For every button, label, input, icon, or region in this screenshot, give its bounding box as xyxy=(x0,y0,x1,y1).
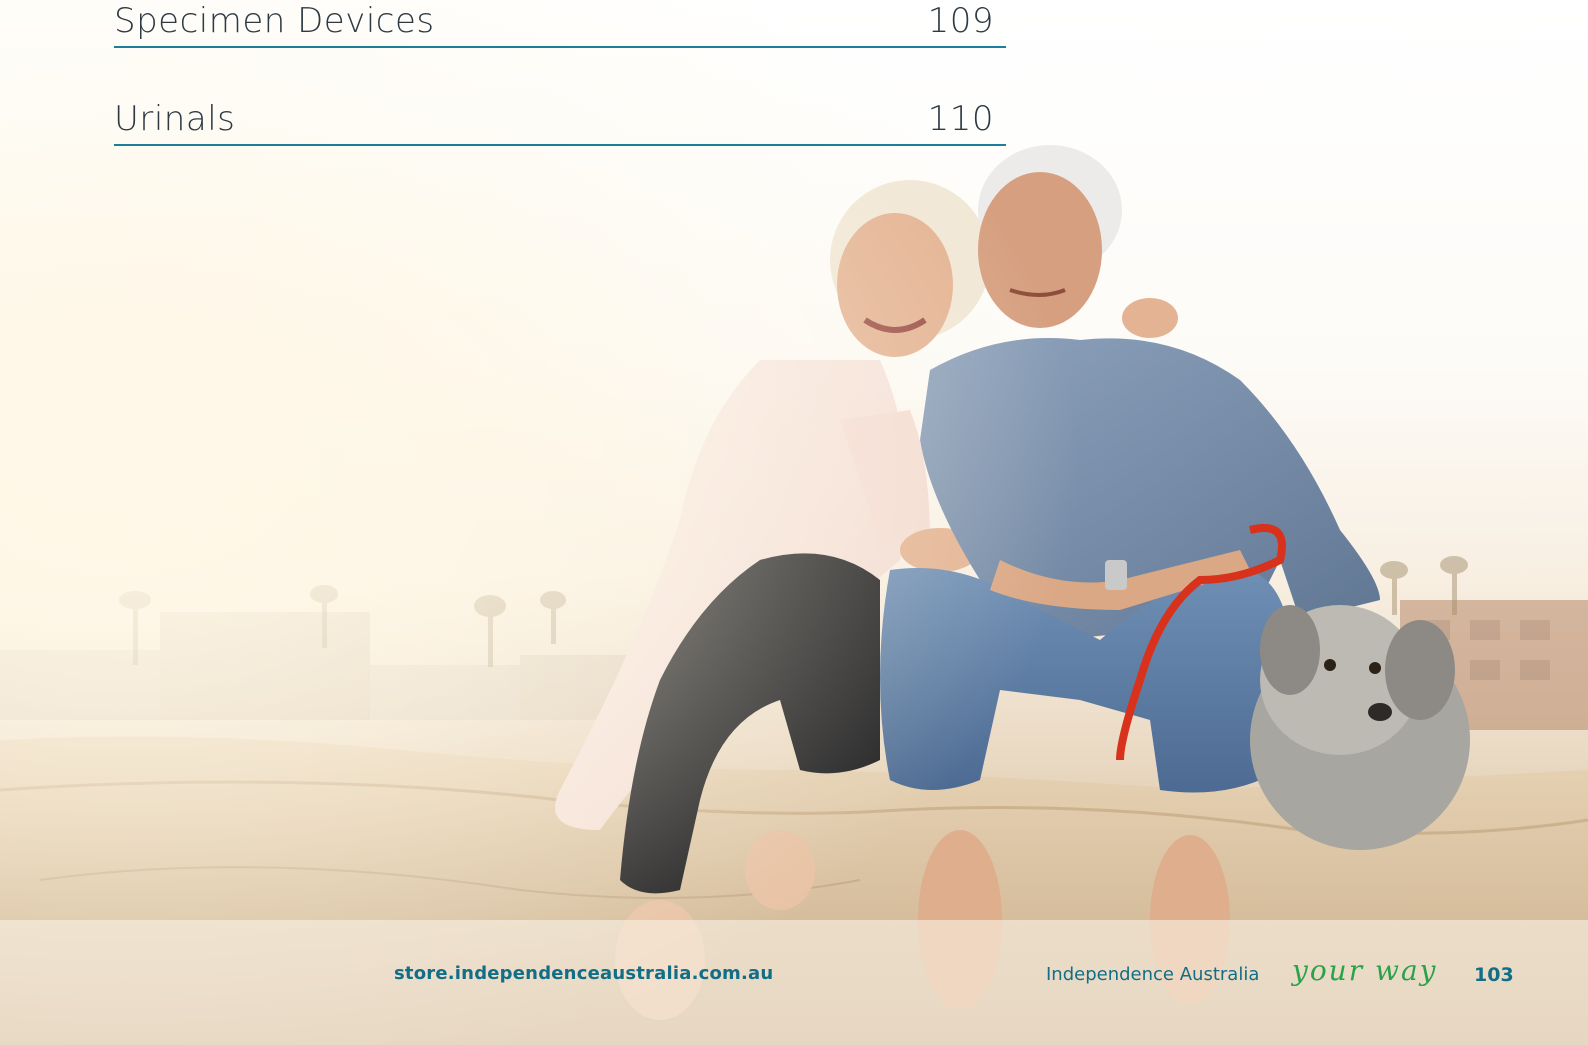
page-number: 103 xyxy=(1474,964,1514,986)
toc-row-specimen-devices[interactable]: Specimen Devices 109 xyxy=(114,0,1006,48)
table-of-contents: Specimen Devices 109 Urinals 110 xyxy=(114,0,1006,146)
beach-couple-photo xyxy=(0,0,1588,1045)
store-url-link[interactable]: store.independenceaustralia.com.au xyxy=(394,963,773,984)
toc-row-urinals[interactable]: Urinals 110 xyxy=(114,98,1006,146)
page-footer: store.independenceaustralia.com.au Indep… xyxy=(0,920,1588,1045)
toc-item-label: Urinals xyxy=(114,99,236,139)
catalogue-page: Specimen Devices 109 Urinals 110 store.i… xyxy=(0,0,1588,1045)
toc-item-page: 109 xyxy=(927,1,994,41)
brand-tagline: your way xyxy=(1292,954,1438,987)
toc-item-label: Specimen Devices xyxy=(114,1,435,41)
toc-item-page: 110 xyxy=(927,99,994,139)
brand-name: Independence Australia xyxy=(1046,964,1260,985)
